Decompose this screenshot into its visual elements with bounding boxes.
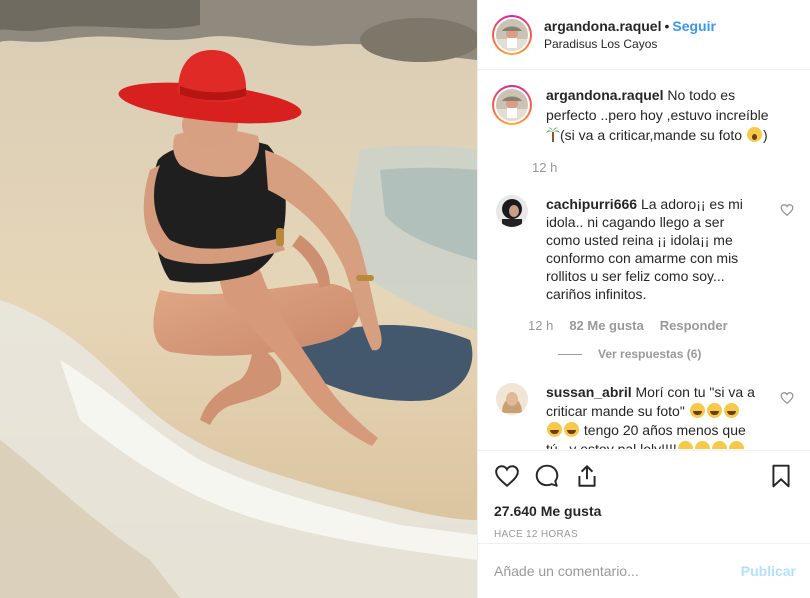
rofl-emoji-icon bbox=[711, 441, 727, 449]
author-username[interactable]: argandona.raquel bbox=[544, 18, 661, 34]
post-actions: 27.640 Me gusta HACE 12 HORAS bbox=[478, 450, 810, 546]
beach-photo bbox=[0, 0, 477, 598]
caption-text: argandona.raquel No todo es perfecto ..p… bbox=[546, 85, 784, 145]
bookmark-icon[interactable] bbox=[768, 463, 794, 489]
replies-divider bbox=[558, 353, 582, 355]
share-icon[interactable] bbox=[574, 463, 600, 489]
avatar-image bbox=[496, 18, 528, 51]
post-timestamp[interactable]: HACE 12 HORAS bbox=[494, 529, 794, 540]
publish-button[interactable]: Publicar bbox=[741, 563, 796, 579]
rofl-emoji-icon bbox=[547, 422, 562, 437]
post-location[interactable]: Paradisus Los Cayos bbox=[544, 37, 716, 51]
reply-button[interactable]: Responder bbox=[660, 318, 728, 333]
avatar-image bbox=[496, 89, 528, 121]
rofl-emoji-icon bbox=[677, 441, 693, 449]
rofl-emoji-icon bbox=[689, 403, 705, 418]
palm-tree-emoji-icon bbox=[546, 127, 560, 142]
comment-likes[interactable]: 82 Me gusta bbox=[569, 318, 643, 333]
post-side-panel: argandona.raquel • Seguir Paradisus Los Ca… bbox=[477, 0, 810, 598]
comment-item: sussan_abril Morí con tu "si va a critic… bbox=[492, 383, 794, 449]
caption-text-end: ) bbox=[762, 127, 768, 143]
comment-username[interactable]: cachipurri666 bbox=[546, 196, 637, 212]
author-avatar[interactable] bbox=[492, 14, 532, 55]
commenter-avatar[interactable] bbox=[496, 383, 528, 415]
comment-like-heart-icon[interactable] bbox=[780, 391, 794, 405]
likes-count[interactable]: 27.640 Me gusta bbox=[494, 503, 794, 519]
post-header: argandona.raquel • Seguir Paradisus Los Ca… bbox=[478, 0, 810, 70]
comment-item: cachipurri666 La adoro¡¡ es mi idola.. n… bbox=[492, 195, 794, 333]
comment-icon[interactable] bbox=[534, 463, 560, 489]
caption-username[interactable]: argandona.raquel bbox=[546, 87, 663, 103]
comment-username[interactable]: sussan_abril bbox=[546, 384, 632, 400]
comments-list[interactable]: argandona.raquel No todo es perfecto ..p… bbox=[478, 71, 810, 449]
caption-avatar[interactable] bbox=[492, 85, 532, 125]
rofl-emoji-icon bbox=[564, 422, 579, 437]
commenter-avatar[interactable] bbox=[496, 195, 528, 227]
caption: argandona.raquel No todo es perfecto ..p… bbox=[492, 85, 794, 175]
rofl-emoji-icon bbox=[706, 403, 722, 418]
caption-time[interactable]: 12 h bbox=[532, 160, 557, 175]
comment-time[interactable]: 12 h bbox=[528, 318, 553, 333]
rofl-emoji-icon bbox=[694, 441, 710, 449]
rofl-emoji-icon bbox=[723, 403, 739, 418]
avatar-image bbox=[496, 383, 528, 415]
view-replies-button[interactable]: Ver respuestas (6) bbox=[558, 347, 794, 361]
comment-like-heart-icon[interactable] bbox=[780, 203, 794, 217]
instagram-post-modal: argandona.raquel • Seguir Paradisus Los Ca… bbox=[0, 0, 810, 598]
avatar-image bbox=[496, 195, 528, 227]
scream-emoji-icon bbox=[746, 127, 762, 142]
rofl-emoji-icon bbox=[728, 441, 744, 449]
comment-input[interactable] bbox=[494, 563, 741, 579]
post-photo[interactable] bbox=[0, 0, 477, 598]
add-comment-bar: Publicar bbox=[478, 543, 810, 598]
view-replies-label: Ver respuestas (6) bbox=[598, 347, 702, 361]
caption-text-tail: (si va a criticar,mande su foto bbox=[560, 127, 743, 143]
separator-dot: • bbox=[664, 18, 670, 34]
follow-button[interactable]: Seguir bbox=[672, 18, 716, 34]
heart-icon[interactable] bbox=[494, 463, 520, 489]
